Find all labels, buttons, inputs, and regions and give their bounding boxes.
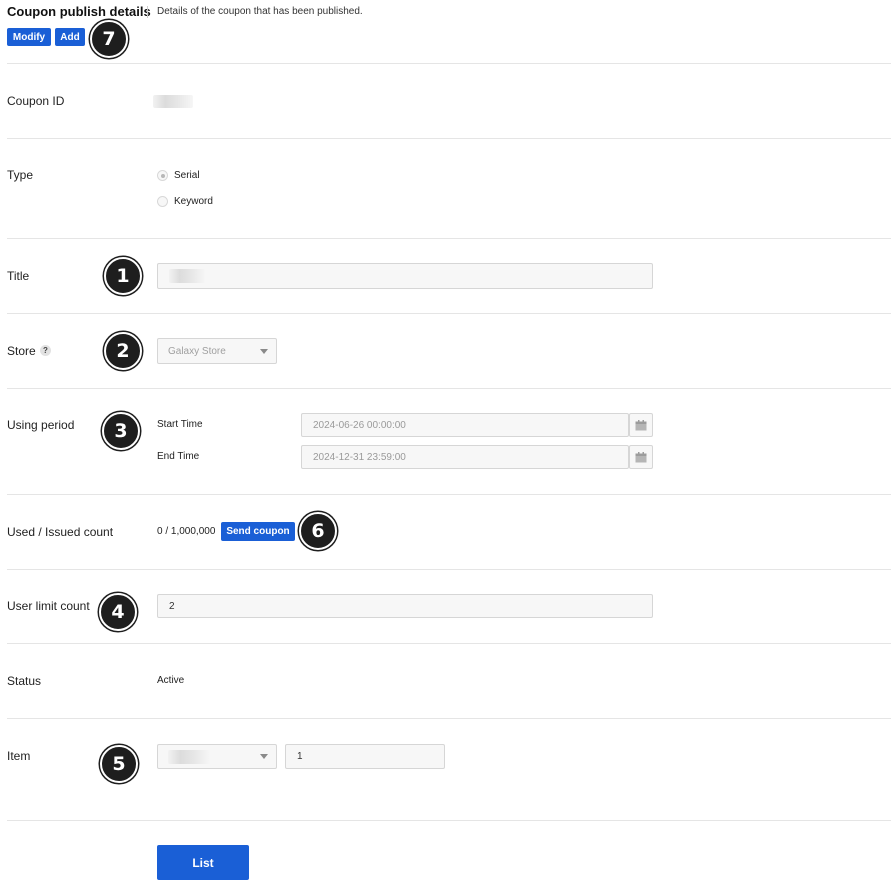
modify-button[interactable]: Modify (7, 28, 51, 46)
divider (7, 63, 891, 64)
title-input[interactable] (157, 263, 653, 289)
type-serial-radio[interactable] (157, 170, 168, 181)
step-marker-1: 1 (104, 257, 142, 295)
item-select[interactable] (157, 744, 277, 769)
divider (7, 718, 891, 719)
item-quantity-input[interactable]: 1 (285, 744, 445, 769)
step-marker-6: 6 (299, 512, 337, 550)
title-label: Title (7, 269, 30, 283)
step-marker-5: 5 (100, 745, 138, 783)
status-label: Status (7, 674, 42, 688)
divider (7, 569, 891, 570)
status-value: Active (157, 675, 185, 686)
start-time-input[interactable]: 2024-06-26 00:00:00 (301, 413, 629, 437)
end-time-input[interactable]: 2024-12-31 23:59:00 (301, 445, 629, 469)
end-calendar-button[interactable] (629, 445, 653, 469)
step-marker-4: 4 (99, 593, 137, 631)
end-time-label: End Time (157, 451, 200, 462)
type-serial-label: Serial (174, 170, 200, 181)
coupon-id-value-redacted (153, 95, 193, 108)
chevron-down-icon (260, 754, 268, 759)
store-select-value: Galaxy Store (168, 345, 226, 357)
step-marker-2: 2 (104, 332, 142, 370)
start-calendar-button[interactable] (629, 413, 653, 437)
divider (7, 313, 891, 314)
item-label: Item (7, 749, 31, 763)
calendar-icon (635, 419, 647, 430)
used-issued-count-value: 0 / 1,000,000 (157, 526, 216, 537)
divider (7, 643, 891, 644)
type-keyword-label: Keyword (174, 196, 213, 207)
coupon-id-label: Coupon ID (7, 94, 65, 108)
divider (7, 494, 891, 495)
list-button[interactable]: List (157, 845, 249, 880)
page-description: Details of the coupon that has been publ… (157, 6, 363, 17)
divider (7, 820, 891, 821)
start-time-label: Start Time (157, 419, 203, 430)
divider (7, 138, 891, 139)
page-title: Coupon publish details (7, 4, 151, 19)
used-issued-count-label: Used / Issued count (7, 525, 114, 539)
user-limit-count-input[interactable]: 2 (157, 594, 653, 618)
step-marker-3: 3 (102, 412, 140, 450)
step-marker-7: 7 (90, 20, 128, 58)
chevron-down-icon (260, 349, 268, 354)
type-keyword-radio[interactable] (157, 196, 168, 207)
help-icon[interactable]: ? (40, 345, 51, 356)
user-limit-count-label: User limit count (7, 599, 90, 613)
title-value-redacted (169, 269, 205, 283)
add-button[interactable]: Add (55, 28, 85, 46)
calendar-icon (635, 451, 647, 462)
store-label: Store (7, 344, 36, 358)
divider (7, 388, 891, 389)
using-period-label: Using period (7, 418, 75, 432)
store-select[interactable]: Galaxy Store (157, 338, 277, 364)
item-value-redacted (168, 749, 210, 764)
divider (7, 238, 891, 239)
title-divider (147, 6, 148, 18)
type-label: Type (7, 168, 34, 182)
send-coupon-button[interactable]: Send coupon (221, 522, 295, 541)
